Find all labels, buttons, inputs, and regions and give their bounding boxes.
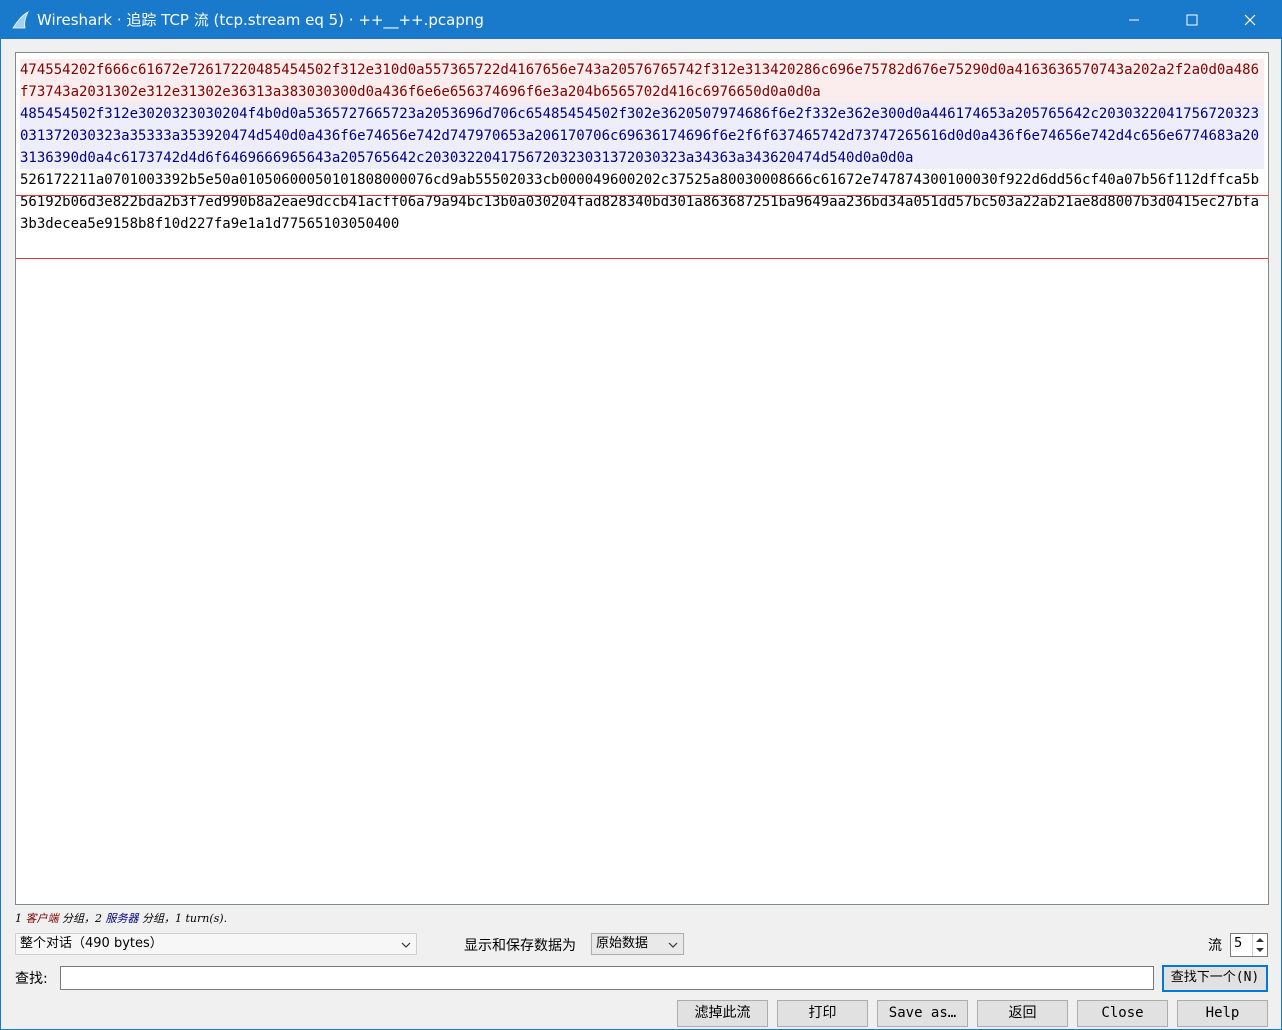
find-input[interactable]: [60, 966, 1154, 990]
spin-up-icon: [1256, 938, 1264, 942]
stream-summary: 1 客户端 分组，2 服务器 分组，1 turn(s).: [15, 912, 228, 925]
find-label: 查找:: [15, 971, 48, 987]
maximize-icon: [1186, 14, 1198, 26]
find-next-button[interactable]: 查找下一个(N): [1162, 965, 1268, 992]
client-segment: 474554202f666c61672e72617220485454502f31…: [20, 59, 1264, 103]
save-as-button[interactable]: Save as…: [877, 1000, 968, 1027]
close-icon: [1244, 14, 1256, 26]
data-format-select[interactable]: 原始数据: [591, 933, 684, 955]
spin-arrows[interactable]: [1252, 934, 1267, 956]
spin-down-icon: [1256, 948, 1264, 952]
stream-content-area[interactable]: 474554202f666c61672e72617220485454502f31…: [15, 52, 1269, 905]
stream-text[interactable]: 474554202f666c61672e72617220485454502f31…: [16, 59, 1268, 259]
chevron-down-icon: [668, 937, 678, 957]
stream-number-spinbox[interactable]: 5: [1230, 933, 1268, 957]
title-bar[interactable]: Wireshark · 追踪 TCP 流 (tcp.stream eq 5) ·…: [1, 1, 1281, 39]
wireshark-fin-icon: [11, 10, 31, 30]
chevron-down-icon: [401, 937, 411, 957]
annotation-box: [16, 195, 1268, 259]
minimize-button[interactable]: [1105, 1, 1163, 39]
help-button[interactable]: Help: [1177, 1000, 1268, 1027]
minimize-icon: [1129, 19, 1139, 21]
window-title: Wireshark · 追踪 TCP 流 (tcp.stream eq 5) ·…: [37, 11, 484, 29]
follow-tcp-stream-window: Wireshark · 追踪 TCP 流 (tcp.stream eq 5) ·…: [0, 0, 1282, 1030]
data-format-label: 显示和保存数据为: [464, 938, 576, 954]
filter-out-stream-button[interactable]: 滤掉此流: [677, 1000, 768, 1027]
conversation-select[interactable]: 整个对话（490 bytes）: [15, 933, 417, 955]
stream-number-label: 流: [1208, 938, 1222, 954]
print-button[interactable]: 打印: [777, 1000, 868, 1027]
back-button[interactable]: 返回: [977, 1000, 1068, 1027]
close-button[interactable]: Close: [1077, 1000, 1168, 1027]
maximize-button[interactable]: [1163, 1, 1221, 39]
server-segment: 485454502f312e3020323030204f4b0d0a536572…: [20, 103, 1264, 169]
close-window-button[interactable]: [1221, 1, 1279, 39]
